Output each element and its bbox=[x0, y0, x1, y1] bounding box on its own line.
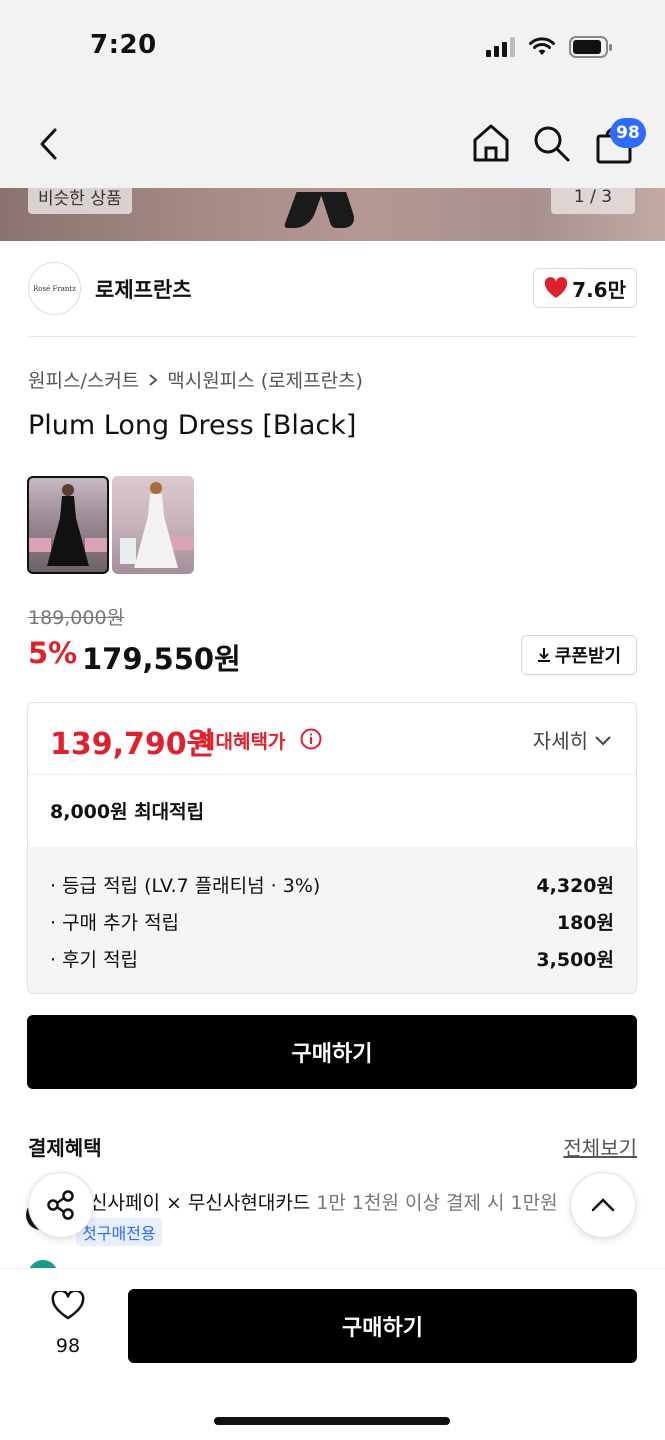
home-indicator bbox=[214, 1417, 450, 1425]
chevron-up-icon bbox=[591, 1198, 615, 1212]
info-icon[interactable] bbox=[300, 728, 322, 750]
cart-count-badge: 98 bbox=[610, 118, 646, 148]
original-price: 189,000원 bbox=[28, 607, 125, 629]
brand-name[interactable]: 로제프란츠 bbox=[95, 274, 192, 304]
share-icon bbox=[47, 1190, 74, 1220]
sale-price: 179,550원 bbox=[82, 642, 241, 676]
status-icons bbox=[486, 36, 613, 58]
product-thumbnail-black[interactable] bbox=[27, 476, 109, 574]
image-page-indicator: 1 / 3 bbox=[551, 188, 635, 214]
download-icon bbox=[537, 648, 550, 662]
points-breakdown: · 등급 적립 (LV.7 플래티넘 · 3%) 4,320원 · 구매 추가 … bbox=[28, 847, 636, 993]
heart-outline-icon bbox=[51, 1289, 85, 1320]
payment-benefits-title: 결제혜택 bbox=[28, 1136, 102, 1160]
brand-like-count: 7.6만 bbox=[572, 277, 626, 302]
hero-shoe-shape bbox=[283, 192, 323, 228]
brand-logo[interactable]: Rosé Frantz bbox=[28, 262, 81, 315]
max-points-total: 8,000원 최대적립 bbox=[50, 801, 205, 823]
bottom-action-bar: 98 구매하기 bbox=[0, 1268, 665, 1440]
points-label: · 등급 적립 (LV.7 플래티넘 · 3%) bbox=[50, 875, 321, 897]
max-benefit-price: 139,790원 bbox=[50, 727, 215, 762]
chevron-right-icon bbox=[149, 373, 158, 386]
points-label: · 후기 적립 bbox=[50, 949, 139, 971]
bottom-buy-button[interactable]: 구매하기 bbox=[128, 1289, 637, 1363]
points-value: 4,320원 bbox=[536, 875, 614, 897]
product-title: Plum Long Dress [Black] bbox=[28, 410, 357, 441]
wishlist-button[interactable]: 98 bbox=[45, 1289, 91, 1371]
benefit-box: 139,790원 최대혜택가 자세히 8,000원 최대적립 · 등급 적립 (… bbox=[27, 702, 637, 994]
chevron-down-icon bbox=[595, 735, 611, 745]
discount-rate: 5% bbox=[28, 636, 78, 670]
product-thumbnail-white[interactable] bbox=[112, 476, 194, 574]
battery-icon bbox=[569, 36, 612, 58]
breadcrumb: 원피스/스커트 맥시원피스 (로제프란츠) bbox=[28, 366, 363, 393]
payment-benefit-detail: 1만 1천원 이상 결제 시 1만원 bbox=[310, 1192, 558, 1214]
status-bar: 7:20 bbox=[0, 0, 665, 100]
home-icon[interactable] bbox=[470, 122, 512, 164]
max-benefit-label: 최대혜택가 bbox=[198, 731, 286, 753]
dress-white-image bbox=[120, 482, 194, 568]
wifi-icon bbox=[529, 37, 555, 55]
payment-benefit-item[interactable]: 신사페이 × 무신사현대카드 1만 1천원 이상 결제 시 1만원 bbox=[90, 1188, 570, 1215]
see-all-link[interactable]: 전체보기 bbox=[563, 1132, 637, 1161]
points-value: 180원 bbox=[556, 912, 614, 934]
heart-filled-icon bbox=[545, 277, 568, 298]
share-button[interactable] bbox=[28, 1172, 94, 1238]
points-value: 3,500원 bbox=[536, 949, 614, 971]
wishlist-count: 98 bbox=[55, 1335, 81, 1357]
brand-like-button[interactable]: 7.6만 bbox=[533, 268, 637, 308]
payment-benefit-main: 신사페이 × 무신사현대카드 bbox=[90, 1192, 311, 1214]
points-label: · 구매 추가 적립 bbox=[50, 912, 180, 934]
buy-button[interactable]: 구매하기 bbox=[27, 1015, 637, 1089]
cellular-signal-icon bbox=[486, 37, 515, 57]
product-hero-image[interactable]: 비슷한 상품 1 / 3 bbox=[0, 188, 665, 241]
brand-row[interactable]: Rosé Frantz 로제프란츠 7.6만 bbox=[28, 262, 637, 316]
similar-products-button[interactable]: 비슷한 상품 bbox=[28, 188, 132, 214]
scroll-top-button[interactable] bbox=[570, 1172, 636, 1238]
max-benefit-row[interactable]: 139,790원 최대혜택가 자세히 bbox=[28, 703, 636, 775]
nav-bar: 98 bbox=[0, 100, 665, 188]
breadcrumb-subcategory[interactable]: 맥시원피스 (로제프란츠) bbox=[167, 366, 363, 393]
coupon-label: 쿠폰받기 bbox=[554, 646, 622, 667]
back-arrow-icon[interactable] bbox=[30, 124, 70, 164]
status-time: 7:20 bbox=[90, 30, 157, 60]
divider bbox=[28, 336, 637, 337]
hero-shoe-shape bbox=[320, 192, 358, 228]
search-icon[interactable] bbox=[530, 122, 572, 164]
benefit-detail-label: 자세히 bbox=[532, 729, 588, 753]
coupon-download-button[interactable]: 쿠폰받기 bbox=[521, 635, 637, 675]
breadcrumb-category[interactable]: 원피스/스커트 bbox=[28, 366, 139, 393]
benefit-detail-toggle[interactable]: 자세히 bbox=[533, 725, 612, 754]
dress-black-image bbox=[29, 484, 107, 566]
